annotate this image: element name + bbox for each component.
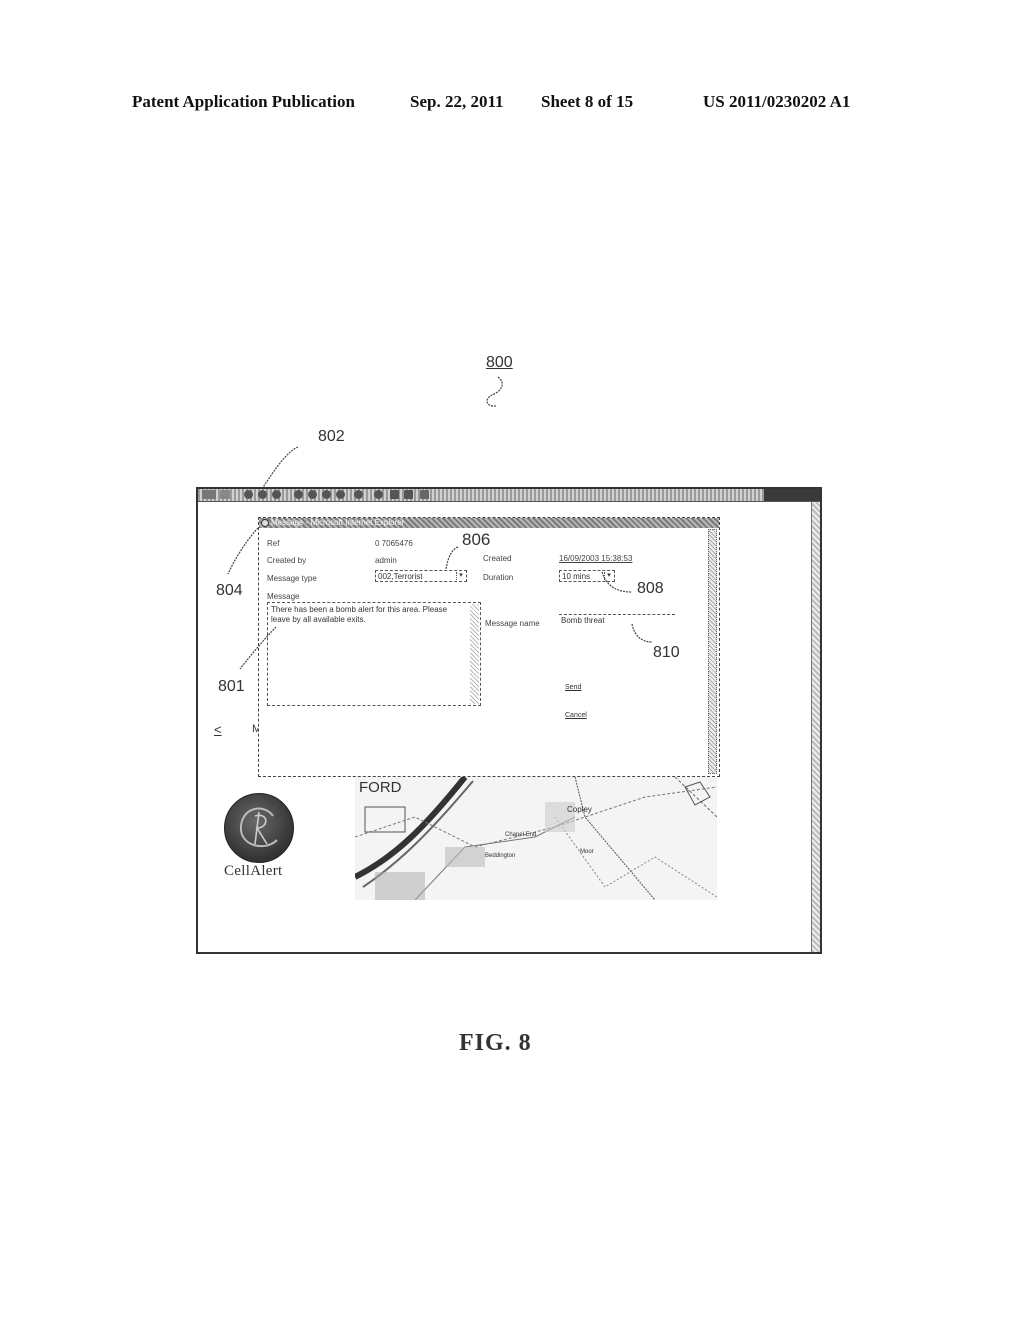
edit-icon[interactable] [390, 490, 399, 499]
discuss-icon[interactable] [404, 490, 413, 499]
cancel-link[interactable]: Cancel [565, 712, 587, 719]
history-icon[interactable] [336, 490, 345, 499]
sheet-number: Sheet 8 of 15 [541, 92, 634, 111]
cellalert-logo [224, 793, 294, 863]
nav-back-link[interactable]: < [214, 722, 222, 737]
message-name-label: Message name [485, 619, 540, 628]
squiggle-leader-800 [486, 376, 503, 407]
send-link[interactable]: Send [565, 684, 581, 691]
map-label-beddington: Beddington [485, 853, 516, 859]
message-text: There has been a bomb alert for this are… [271, 605, 448, 624]
ref-numeral-804: 804 [216, 582, 243, 599]
messenger-icon[interactable] [420, 490, 429, 499]
window-controls[interactable] [764, 489, 820, 501]
print-icon[interactable] [374, 490, 383, 499]
stop-icon[interactable] [244, 490, 253, 499]
map-label-ford: FORD [359, 779, 402, 796]
map-drawing [355, 777, 717, 900]
message-textarea[interactable]: There has been a bomb alert for this are… [267, 602, 481, 706]
message-label: Message [267, 592, 300, 601]
ref-numeral-800: 800 [486, 354, 513, 371]
figure-caption: FIG. 8 [459, 1030, 532, 1056]
created-by-value: admin [375, 556, 397, 565]
ref-numeral-801: 801 [218, 678, 245, 695]
leader-line-806 [445, 546, 459, 570]
patent-number: US 2011/0230202 A1 [703, 92, 851, 111]
publication-date: Sep. 22, 2011 [410, 92, 504, 111]
leader-line-808 [601, 571, 633, 593]
ref-value: 0 7065476 [375, 539, 413, 548]
logo-text: CellAlert [224, 863, 283, 879]
message-dialog: Message - Microsoft Internet Explorer Re… [258, 517, 720, 777]
dialog-scrollbar[interactable] [708, 529, 717, 774]
ref-label: Ref [267, 539, 280, 548]
map-view[interactable]: FORD Copley Chapel End Moor Beddington [355, 777, 717, 900]
search-icon[interactable] [294, 490, 303, 499]
map-label-moor: Moor [580, 849, 594, 855]
publication-label: Patent Application Publication [132, 92, 355, 111]
message-type-value: 002,Terrorist [378, 572, 423, 581]
leader-line-801 [239, 626, 277, 670]
home-icon[interactable] [272, 490, 281, 499]
duration-value: 10 mins [562, 572, 591, 581]
mail-icon[interactable] [354, 490, 363, 499]
logo-monogram-icon [239, 807, 278, 848]
created-value: 16/09/2003 15:38:53 [559, 554, 633, 563]
created-label: Created [483, 554, 512, 563]
message-name-value: Bomb threat [561, 616, 605, 625]
map-label-chapel-end: Chapel End [505, 832, 537, 838]
dialog-title: Message - Microsoft Internet Explorer [271, 518, 405, 527]
duration-label: Duration [483, 573, 514, 582]
ie-icon [261, 519, 269, 527]
leader-line-804 [227, 527, 259, 575]
created-by-label: Created by [267, 556, 307, 565]
ref-numeral-808: 808 [637, 580, 664, 597]
forward-icon[interactable] [220, 490, 230, 499]
ref-numeral-802: 802 [318, 428, 345, 445]
dialog-title-bar[interactable]: Message - Microsoft Internet Explorer [259, 518, 719, 528]
refresh-icon[interactable] [258, 490, 267, 499]
browser-toolbar [198, 489, 820, 502]
map-label-copley: Copley [567, 805, 592, 814]
textarea-scrollbar[interactable] [470, 604, 479, 704]
message-type-label: Message type [267, 574, 317, 583]
browser-scrollbar[interactable] [811, 502, 820, 952]
back-icon[interactable] [202, 490, 216, 499]
favorites-icon[interactable] [308, 490, 317, 499]
leader-line-810 [631, 623, 653, 643]
media-icon[interactable] [322, 490, 331, 499]
